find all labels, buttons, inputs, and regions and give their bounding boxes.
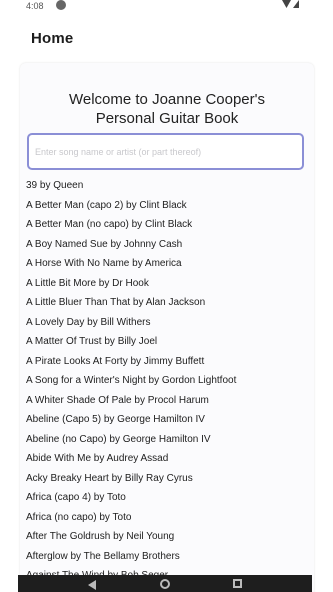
wifi-icon — [282, 0, 291, 8]
app-bar: Home — [0, 18, 333, 58]
recent-apps-icon[interactable] — [233, 579, 242, 588]
song-list-item[interactable]: 39 by Queen — [26, 176, 312, 196]
screen: 4:08 Home Welcome to Joanne Cooper's Per… — [0, 0, 333, 592]
back-icon[interactable] — [88, 580, 96, 590]
song-list-item[interactable]: Africa (capo 4) by Toto — [26, 488, 312, 508]
song-list-item[interactable]: Afterglow by The Bellamy Brothers — [26, 547, 312, 567]
status-bar: 4:08 — [0, 0, 333, 14]
song-search-input[interactable] — [27, 133, 304, 170]
song-list-item[interactable]: After The Goldrush by Neil Young — [26, 527, 312, 547]
settings-notification-icon — [56, 0, 66, 10]
song-list-item[interactable]: Abeline (Capo 5) by George Hamilton IV — [26, 410, 312, 430]
song-list-item[interactable]: Abide With Me by Audrey Assad — [26, 449, 312, 469]
song-list-item[interactable]: A Lovely Day by Bill Withers — [26, 313, 312, 333]
song-list-item[interactable]: Acky Breaky Heart by Billy Ray Cyrus — [26, 469, 312, 489]
welcome-line-2: Personal Guitar Book — [95, 110, 239, 127]
song-list-item[interactable]: A Pirate Looks At Forty by Jimmy Buffett — [26, 352, 312, 372]
guitar-book-card: Welcome to Joanne Cooper's Personal Guit… — [20, 63, 314, 592]
welcome-heading: Welcome to Joanne Cooper's Personal Guit… — [20, 90, 314, 128]
song-list-item[interactable]: A Better Man (capo 2) by Clint Black — [26, 196, 312, 216]
status-time: 4:08 — [26, 1, 44, 11]
song-list-item[interactable]: A Little Bluer Than That by Alan Jackson — [26, 293, 312, 313]
home-icon[interactable] — [160, 579, 170, 589]
navigation-bar — [18, 575, 312, 592]
signal-icon — [293, 0, 299, 8]
song-list-item[interactable]: A Horse With No Name by America — [26, 254, 312, 274]
song-list-item[interactable]: Abeline (no Capo) by George Hamilton IV — [26, 430, 312, 450]
welcome-line-1: Welcome to Joanne Cooper's — [68, 91, 266, 108]
song-list: 39 by Queen A Better Man (capo 2) by Clin… — [26, 176, 312, 586]
song-list-item[interactable]: A Better Man (no capo) by Clint Black — [26, 215, 312, 235]
status-indicators — [282, 0, 299, 8]
song-list-item[interactable]: A Whiter Shade Of Pale by Procol Harum — [26, 391, 312, 411]
page-title: Home — [31, 30, 74, 47]
song-list-item[interactable]: A Little Bit More by Dr Hook — [26, 274, 312, 294]
song-list-item[interactable]: Africa (no capo) by Toto — [26, 508, 312, 528]
song-list-item[interactable]: A Song for a Winter's Night by Gordon Li… — [26, 371, 312, 391]
song-list-item[interactable]: A Boy Named Sue by Johnny Cash — [26, 235, 312, 255]
song-list-item[interactable]: A Matter Of Trust by Billy Joel — [26, 332, 312, 352]
